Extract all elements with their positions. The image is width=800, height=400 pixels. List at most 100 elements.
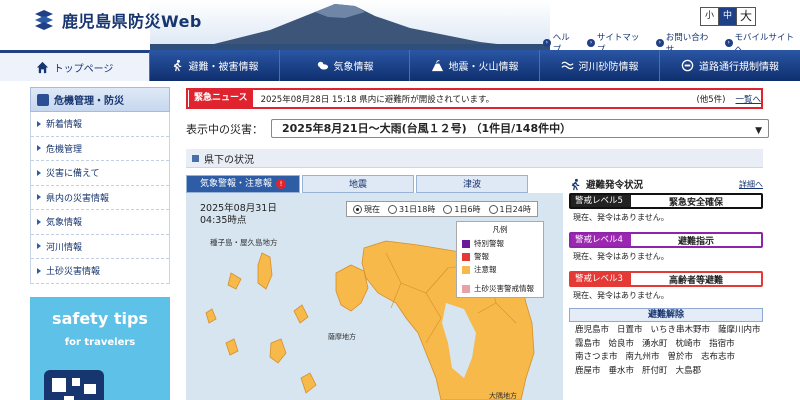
time-option-1d24h[interactable]: 1日24時	[488, 204, 531, 215]
city-link[interactable]: 薩摩川内市	[718, 324, 761, 338]
city-link[interactable]: 鹿屋市	[575, 365, 601, 379]
sidebar-heading: 危機管理・防災	[30, 87, 170, 112]
warning-map[interactable]: 2025年08月31日 04:35時点 現在 31日18時 1日6時 1日24時…	[186, 193, 563, 400]
legend-swatch	[462, 252, 470, 261]
legend-swatch	[462, 239, 470, 248]
emergency-news-count: (他5件)	[696, 94, 726, 105]
tab-earthquake[interactable]: 地震	[302, 175, 414, 193]
legend-swatch	[462, 265, 470, 274]
sidebar-item-preparedness[interactable]: 災害に備えて	[31, 161, 169, 186]
prefecture-emblem-icon	[35, 10, 53, 30]
nav-road-regulation[interactable]: 道路通行規制情報	[660, 50, 800, 81]
city-link[interactable]: 枕崎市	[676, 338, 702, 352]
lifted-city-list: 鹿児島市 日置市 いちき串木野市 薩摩川内市 霧島市 姶良市 湧水町 枕崎市 指…	[569, 324, 763, 378]
radio-icon	[488, 204, 498, 214]
level5-badge: 警戒レベル5	[571, 195, 631, 207]
city-link[interactable]: 曽於市	[668, 351, 694, 365]
legend-swatch	[462, 284, 470, 293]
emergency-news-tag: 緊急ニュース	[189, 90, 253, 107]
emergency-news-text[interactable]: 2025年08月28日 15:18 県内に避難所が開設されています。	[261, 93, 661, 105]
section-marker-icon	[192, 154, 199, 162]
city-link[interactable]: 日置市	[617, 324, 643, 338]
disaster-select[interactable]: 2025年8月21日～大雨(台風１２号) （1件目/148件中） ▼	[271, 119, 769, 138]
sidebar: 危機管理・防災 新着情報 危機管理 災害に備えて 県内の災害情報 気象情報 河川…	[30, 87, 170, 400]
city-link[interactable]: 大島郡	[676, 365, 702, 379]
sidebar-item-disaster-info[interactable]: 県内の災害情報	[31, 186, 169, 210]
nav-river-sabo[interactable]: 河川砂防情報	[540, 50, 660, 81]
city-link[interactable]: 南九州市	[626, 351, 660, 365]
time-selector: 現在 31日18時 1日6時 1日24時	[346, 201, 538, 217]
alert-icon: !	[276, 179, 286, 189]
font-size-medium-button[interactable]: 中	[719, 8, 737, 25]
city-link[interactable]: 湧水町	[642, 338, 668, 352]
nav-weather[interactable]: 気象情報	[280, 50, 410, 81]
site-logo[interactable]: 鹿児島県防災Web	[32, 8, 202, 32]
city-link[interactable]: 霧島市	[575, 338, 601, 352]
qr-code-icon	[44, 370, 104, 400]
site-title: 鹿児島県防災Web	[62, 12, 202, 31]
volcano-icon	[431, 60, 443, 72]
city-link[interactable]: 南さつま市	[575, 351, 618, 365]
legend-title: 凡例	[492, 225, 508, 234]
main-navigation: トップページ 避難・被害情報 気象情報 地震・火山情報 河川砂防情報 道路通行規…	[0, 50, 800, 81]
font-size-large-button[interactable]: 大	[737, 8, 755, 25]
legend-item: 土砂災害警戒情報	[462, 282, 538, 295]
time-option-1d6h[interactable]: 1日6時	[443, 204, 481, 215]
arrow-right-icon	[37, 145, 41, 152]
level4-note: 現在、発令はありません。	[573, 252, 669, 261]
arrow-right-icon	[37, 218, 41, 225]
tab-weather-warnings[interactable]: 気象警報・注意報 !	[186, 175, 300, 193]
running-person-icon	[571, 178, 580, 190]
disaster-selector-label: 表示中の災害：	[186, 122, 263, 136]
arrow-circle-icon: ›	[656, 39, 664, 47]
sidebar-item-crisis-management[interactable]: 危機管理	[31, 137, 169, 161]
evacuation-lifted-heading: 避難解除	[569, 308, 763, 322]
tab-tsunami[interactable]: 津波	[416, 175, 528, 193]
city-link[interactable]: 指宿市	[709, 338, 735, 352]
arrow-circle-icon: ›	[587, 39, 595, 47]
site-header: 鹿児島県防災Web 小 中 大 ›ヘルプ ›サイトマップ ›お問い合わせ ›モバ…	[0, 0, 800, 55]
font-size-small-button[interactable]: 小	[701, 8, 719, 25]
city-link[interactable]: 志布志市	[701, 351, 735, 365]
city-link[interactable]: 肝付町	[642, 365, 668, 379]
city-link[interactable]: 鹿児島市	[575, 324, 609, 338]
nav-earthquake-volcano[interactable]: 地震・火山情報	[410, 50, 540, 81]
radio-icon	[388, 204, 397, 214]
sakurajima-header-image	[150, 0, 550, 50]
city-link[interactable]: 垂水市	[609, 365, 635, 379]
map-label-satsuma: 薩摩地方	[328, 333, 356, 341]
radio-icon	[443, 204, 453, 214]
legend-item: 注意報	[462, 263, 538, 276]
emergency-news-list-link[interactable]: 一覧へ	[735, 93, 761, 105]
sidebar-item-weather[interactable]: 気象情報	[31, 210, 169, 235]
level5-box: 警戒レベル5 緊急安全確保	[569, 193, 763, 209]
map-datetime: 2025年08月31日 04:35時点	[200, 203, 277, 226]
arrow-circle-icon: ›	[724, 39, 733, 47]
time-option-31d18h[interactable]: 31日18時	[388, 204, 435, 215]
road-sign-icon	[681, 59, 694, 72]
nav-evacuation-damage[interactable]: 避難・被害情報	[150, 50, 280, 81]
radio-selected-icon	[353, 204, 362, 214]
sidebar-item-news[interactable]: 新着情報	[31, 112, 169, 137]
chevron-down-icon: ▼	[755, 126, 762, 136]
status-tabs: 気象警報・注意報 ! 地震 津波	[186, 175, 528, 193]
safety-tips-banner[interactable]: safety tips for travelers	[30, 297, 170, 400]
shield-icon	[37, 93, 49, 106]
sidebar-item-landslide[interactable]: 土砂災害情報	[31, 259, 169, 284]
city-link[interactable]: 姶良市	[609, 338, 635, 352]
level3-note: 現在、発令はありません。	[573, 291, 669, 300]
city-link[interactable]: いちき串木野市	[651, 324, 711, 338]
arrow-right-icon	[37, 120, 41, 127]
emergency-news-bar: 緊急ニュース 2025年08月28日 15:18 県内に避難所が開設されています…	[186, 88, 763, 109]
arrow-circle-icon: ›	[543, 39, 551, 47]
section-title: 県下の状況	[204, 154, 254, 166]
running-person-icon	[173, 59, 181, 72]
map-legend: 凡例 特別警報 警報 注意報 土砂災害警戒情報	[456, 221, 544, 298]
level3-name: 高齢者等避難	[668, 275, 723, 286]
time-option-now[interactable]: 現在	[353, 204, 380, 215]
sidebar-item-river[interactable]: 河川情報	[31, 235, 169, 259]
evacuation-heading: 避難発令状況 詳細へ	[569, 175, 763, 193]
nav-top-page[interactable]: トップページ	[0, 50, 150, 81]
level5-note: 現在、発令はありません。	[573, 213, 669, 222]
evacuation-details-link[interactable]: 詳細へ	[739, 179, 763, 190]
